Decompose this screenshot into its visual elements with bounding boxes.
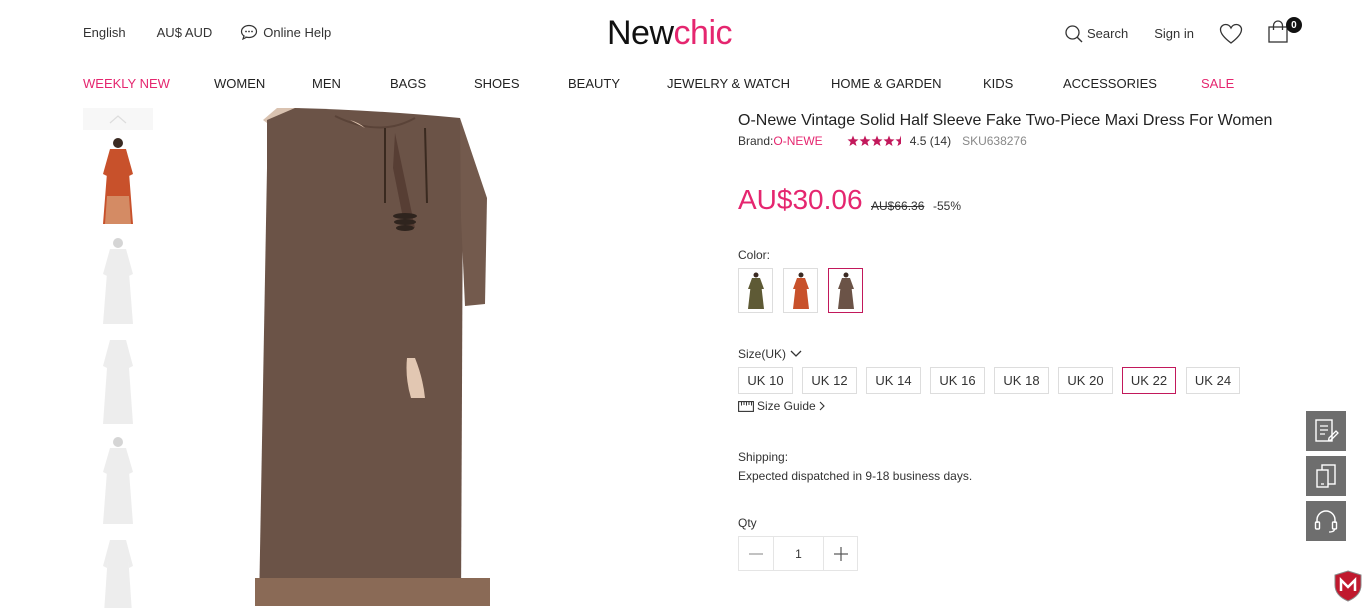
chat-bubble-icon <box>241 24 258 40</box>
dress-thumbnail-image <box>103 437 133 524</box>
dress-thumbnail-image <box>103 540 133 608</box>
color-swatch-orange[interactable] <box>783 268 818 313</box>
edit-document-icon <box>1315 419 1339 442</box>
brown-dress-swatch-image <box>837 272 854 309</box>
currency-selector[interactable]: AU$ AUD <box>157 25 213 40</box>
thumbnail-white-dress-3[interactable] <box>93 436 143 528</box>
size-option-uk-24[interactable]: UK 24 <box>1186 367 1240 394</box>
plus-icon <box>833 546 848 561</box>
logo-text-new: New <box>607 14 674 52</box>
size-option-uk-20[interactable]: UK 20 <box>1058 367 1113 394</box>
green-dress-swatch-image <box>747 272 764 309</box>
size-option-uk-10[interactable]: UK 10 <box>738 367 793 394</box>
dress-thumbnail-image <box>103 238 133 324</box>
size-selector-toggle[interactable]: Size(UK) <box>738 347 802 361</box>
nav-item-kids[interactable]: KIDS <box>983 76 1013 91</box>
qty-input[interactable]: 1 <box>774 537 823 570</box>
size-option-uk-22[interactable]: UK 22 <box>1122 367 1176 394</box>
online-help-link[interactable]: Online Help <box>240 24 331 40</box>
qty-label: Qty <box>738 516 757 530</box>
qty-increase-button[interactable] <box>823 537 857 570</box>
ruler-icon <box>738 400 754 412</box>
color-swatch-brown[interactable] <box>828 268 863 313</box>
quantity-stepper: 1 <box>738 536 858 571</box>
search-icon <box>1065 24 1083 42</box>
nav-item-sale[interactable]: SALE <box>1201 76 1234 91</box>
size-guide-link[interactable]: Size Guide <box>738 399 825 413</box>
chevron-down-icon <box>790 350 802 357</box>
headset-icon <box>1314 510 1338 533</box>
product-title: O-Newe Vintage Solid Half Sleeve Fake Tw… <box>738 112 1273 129</box>
top-left-bar: English AU$ AUD Online Help <box>83 24 331 40</box>
nav-item-men[interactable]: MEN <box>312 76 341 91</box>
dress-thumbnail-image <box>103 138 133 224</box>
search-button[interactable]: Search <box>1064 24 1128 44</box>
wishlist-heart-icon[interactable] <box>1219 23 1243 45</box>
cart-button[interactable]: 0 <box>1267 17 1302 47</box>
nav-item-jewelry-watch[interactable]: JEWELRY & WATCH <box>667 76 790 91</box>
brand-link[interactable]: O-NEWE <box>773 134 822 148</box>
brand-rating-row: Brand: O-NEWE 4.5 (14) SKU638276 <box>738 134 1027 148</box>
customer-service-button[interactable] <box>1306 501 1346 541</box>
chevron-right-icon <box>819 401 825 411</box>
cart-count-badge: 0 <box>1285 17 1302 33</box>
site-logo[interactable]: Newchic <box>607 14 733 53</box>
color-swatch-green[interactable] <box>738 268 773 313</box>
nav-item-accessories[interactable]: ACCESSORIES <box>1063 76 1157 91</box>
sku-text: SKU638276 <box>962 134 1027 148</box>
discount-percent: -55% <box>933 199 962 213</box>
thumbnail-white-dress-1[interactable] <box>93 236 143 328</box>
shield-icon <box>1334 570 1362 602</box>
nav-item-home-garden[interactable]: HOME & GARDEN <box>831 76 942 91</box>
devices-icon <box>1316 464 1336 488</box>
online-help-label: Online Help <box>263 24 332 40</box>
color-label: Color: <box>738 248 771 262</box>
original-price: AU$66.36 <box>871 199 925 213</box>
logo-text-chic: chic <box>673 14 733 52</box>
main-product-image[interactable] <box>255 108 490 606</box>
thumb-scroll-up-button[interactable] <box>83 108 153 130</box>
thumbnail-white-dress-4[interactable] <box>93 536 143 608</box>
nav-item-weekly-new[interactable]: WEEKLY NEW <box>83 76 170 91</box>
language-selector[interactable]: English <box>83 25 126 40</box>
shipping-label: Shipping: <box>738 450 789 464</box>
thumbnail-white-dress-2[interactable] <box>93 336 143 428</box>
size-option-uk-16[interactable]: UK 16 <box>930 367 985 394</box>
dress-thumbnail-image <box>103 340 133 424</box>
mobile-app-button[interactable] <box>1306 456 1346 496</box>
security-shield-badge[interactable] <box>1333 570 1363 607</box>
nav-item-beauty[interactable]: BEAUTY <box>568 76 620 91</box>
top-right-bar: Search Sign in 0 <box>1064 17 1302 47</box>
size-option-uk-12[interactable]: UK 12 <box>802 367 857 394</box>
rating-stars-icon <box>847 135 901 146</box>
search-label: Search <box>1087 26 1129 41</box>
minus-icon <box>749 552 763 555</box>
nav-item-bags[interactable]: BAGS <box>390 76 426 91</box>
feedback-button[interactable] <box>1306 411 1346 451</box>
main-nav: WEEKLY NEW WOMEN MEN BAGS SHOES BEAUTY J… <box>83 76 1234 92</box>
shipping-info: Expected dispatched in 9-18 business day… <box>738 469 973 483</box>
brown-dress-image <box>255 108 490 606</box>
size-guide-label: Size Guide <box>757 399 816 413</box>
size-option-uk-18[interactable]: UK 18 <box>994 367 1049 394</box>
chevron-up-icon <box>109 115 127 124</box>
sign-in-link[interactable]: Sign in <box>1154 26 1194 41</box>
nav-item-shoes[interactable]: SHOES <box>474 76 520 91</box>
nav-item-women[interactable]: WOMEN <box>214 76 265 91</box>
size-option-uk-14[interactable]: UK 14 <box>866 367 921 394</box>
brand-label: Brand: <box>738 134 774 148</box>
size-label: Size(UK) <box>738 347 787 361</box>
current-price: AU$30.06 <box>738 184 863 215</box>
orange-dress-swatch-image <box>792 272 809 309</box>
thumbnail-column <box>83 108 153 608</box>
thumbnail-orange-dress[interactable] <box>93 136 143 228</box>
qty-decrease-button[interactable] <box>739 537 774 570</box>
rating-text: 4.5 (14) <box>909 134 952 148</box>
